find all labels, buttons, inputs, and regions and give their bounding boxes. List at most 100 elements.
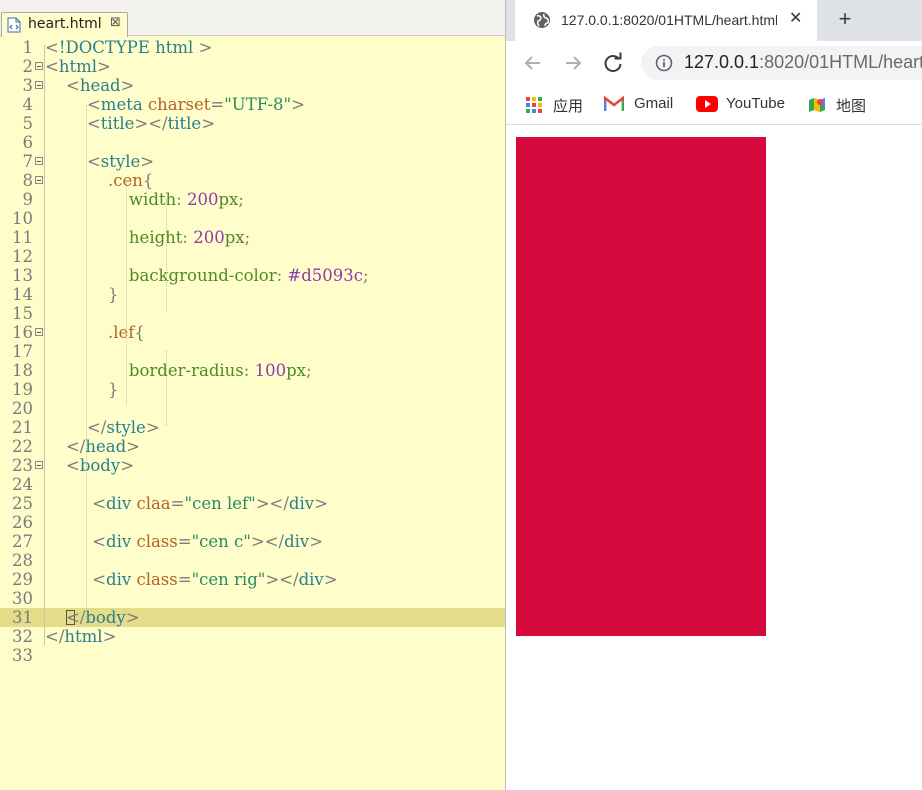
code-line[interactable]: 20 (0, 399, 505, 418)
code-line[interactable]: 12 (0, 247, 505, 266)
code-token: } (107, 285, 119, 304)
code-line[interactable]: 11 height: 200px; (0, 228, 505, 247)
fold-toggle-icon[interactable] (35, 157, 43, 165)
code-line[interactable]: 5 <title></title> (0, 114, 505, 133)
code-line[interactable]: 10 (0, 209, 505, 228)
info-icon[interactable] (655, 54, 673, 72)
code-line[interactable]: 29 <div class="cen rig"></div> (0, 570, 505, 589)
code-line[interactable]: 27 <div class="cen c"></div> (0, 532, 505, 551)
code-token: = (170, 494, 185, 513)
back-arrow-icon[interactable] (519, 49, 547, 77)
code-line[interactable]: 32 </html> (0, 627, 505, 646)
code-line[interactable]: 13 background-color: #d5093c; (0, 266, 505, 285)
code-line[interactable]: 6 (0, 133, 505, 152)
code-line[interactable]: 7 <style> (0, 152, 505, 171)
code-line[interactable]: 30 (0, 589, 505, 608)
code-line[interactable]: 9 width: 200px; (0, 190, 505, 209)
code-line[interactable]: 17 (0, 342, 505, 361)
editor-tab-heart-html[interactable]: heart.html ⊠ (1, 12, 128, 37)
code-token: meta (100, 95, 148, 114)
code-token: </ (65, 608, 86, 627)
code-text: </body> (45, 608, 140, 627)
url-host: 127.0.0.1 (684, 52, 760, 72)
line-number: 12 (12, 247, 33, 266)
code-line[interactable]: 23 <body> (0, 456, 505, 475)
code-line[interactable]: 16 .lef{ (0, 323, 505, 342)
editor-tab-label: heart.html (28, 16, 102, 32)
code-token: ; (244, 228, 251, 247)
code-text: <title></title> (45, 114, 215, 133)
forward-arrow-icon[interactable] (559, 49, 587, 77)
code-token: #d5093c (287, 266, 364, 285)
code-token: 100 (254, 361, 287, 380)
code-token: ; (363, 266, 369, 285)
browser-window: 127.0.0.1:8020/01HTML/heart.html ✕ + 127… (505, 0, 922, 790)
code-text: background-color: #d5093c; (45, 266, 369, 285)
url-text: 127.0.0.1:8020/01HTML/heart.html (684, 52, 922, 73)
code-token: </ (45, 627, 65, 646)
code-line[interactable]: 3 <head> (0, 76, 505, 95)
code-line[interactable]: 2 <html> (0, 57, 505, 76)
new-tab-button[interactable]: + (831, 5, 859, 33)
line-number: 20 (12, 399, 33, 418)
code-line[interactable]: 19 } (0, 380, 505, 399)
code-token: style (106, 418, 146, 437)
code-line[interactable]: 8 .cen{ (0, 171, 505, 190)
code-line[interactable]: 22 </head> (0, 437, 505, 456)
code-token: px (224, 228, 245, 247)
fold-toggle-icon[interactable] (35, 62, 43, 70)
code-editor[interactable]: heart.html ⊠ 1 <!DOCTYPE html >2 <html> 3 <… (0, 0, 505, 790)
gutter-divider (44, 45, 45, 645)
line-number: 31 (12, 608, 33, 627)
code-text: height: 200px; (45, 228, 250, 247)
code-area[interactable]: 1 <!DOCTYPE html >2 <html> 3 <head> 4 <meta … (0, 37, 505, 790)
line-number: 3 (22, 76, 34, 95)
page-viewport (506, 126, 922, 790)
code-line[interactable]: 1 <!DOCTYPE html > (0, 38, 505, 57)
line-number: 26 (12, 513, 33, 532)
code-token: : (182, 228, 194, 247)
line-number: 27 (12, 532, 33, 551)
code-line[interactable]: 24 (0, 475, 505, 494)
code-text: <head> (45, 76, 134, 95)
browser-tab-strip: 127.0.0.1:8020/01HTML/heart.html ✕ + (506, 0, 922, 41)
code-line[interactable]: 26 (0, 513, 505, 532)
line-number: 28 (12, 551, 33, 570)
address-bar[interactable]: 127.0.0.1:8020/01HTML/heart.html (641, 46, 922, 80)
code-token: < (86, 152, 101, 171)
fold-toggle-icon[interactable] (35, 328, 43, 336)
code-token: background-color (128, 266, 277, 285)
code-token: > (314, 494, 328, 513)
fold-toggle-icon[interactable] (35, 176, 43, 184)
reload-icon[interactable] (599, 49, 627, 77)
code-text: } (45, 285, 119, 304)
code-line[interactable]: 28 (0, 551, 505, 570)
code-line[interactable]: 18 border-radius: 100px; (0, 361, 505, 380)
code-token: > (102, 627, 117, 646)
line-number: 5 (22, 114, 34, 133)
code-token: > (140, 152, 155, 171)
code-token: "UTF-8" (224, 95, 292, 114)
code-text: <div claa="cen lef"></div> (45, 494, 328, 513)
close-icon[interactable]: ✕ (789, 8, 802, 28)
browser-tab[interactable]: 127.0.0.1:8020/01HTML/heart.html ✕ (515, 0, 817, 41)
code-token: > (126, 437, 140, 456)
code-line[interactable]: 21 </style> (0, 418, 505, 437)
code-line[interactable]: 14 } (0, 285, 505, 304)
line-number: 29 (12, 570, 33, 589)
fold-toggle-icon[interactable] (35, 81, 43, 89)
code-line[interactable]: 31 </body> (0, 608, 505, 627)
code-token: </ (86, 418, 107, 437)
fold-toggle-icon[interactable] (35, 461, 43, 469)
code-line[interactable]: 25 <div claa="cen lef"></div> (0, 494, 505, 513)
code-token: "cen rig" (191, 570, 266, 589)
code-line[interactable]: 33 (0, 646, 505, 665)
code-line[interactable]: 15 (0, 304, 505, 323)
line-number: 21 (12, 418, 33, 437)
code-text: .cen{ (45, 171, 153, 190)
code-line[interactable]: 4 <meta charset="UTF-8"> (0, 95, 505, 114)
code-token: div (106, 494, 137, 513)
close-icon[interactable]: ⊠ (110, 15, 121, 30)
line-number: 23 (12, 456, 33, 475)
